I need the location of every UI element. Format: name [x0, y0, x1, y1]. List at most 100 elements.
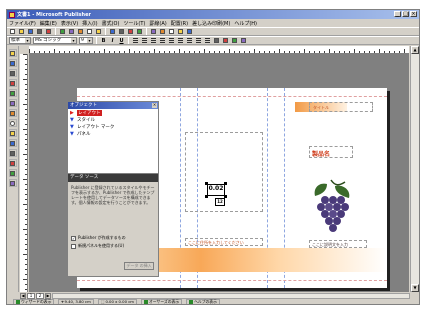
horizontal-scrollbar[interactable]	[52, 292, 410, 299]
form-control-icon[interactable]	[8, 159, 17, 167]
justify-icon[interactable]	[159, 37, 166, 44]
line-icon[interactable]	[8, 109, 17, 117]
font-select[interactable]: MS ゴシック ▾	[33, 37, 77, 44]
align-right-icon[interactable]	[150, 37, 157, 44]
menu-edit[interactable]: 編集(E)	[40, 20, 57, 27]
copy-icon[interactable]	[77, 28, 84, 35]
object-item-style[interactable]: ▼ スタイル	[68, 116, 158, 123]
resize-handle[interactable]	[224, 182, 227, 185]
toolbar-separator	[96, 37, 97, 44]
horizontal-ruler[interactable]	[29, 46, 409, 54]
vertical-ruler[interactable]	[20, 54, 28, 292]
new-icon[interactable]	[9, 28, 16, 35]
status-authors[interactable]: オーサーズの表示	[141, 299, 183, 304]
indent-decrease-icon[interactable]	[186, 37, 193, 44]
print-icon[interactable]	[36, 28, 43, 35]
page-1-button[interactable]: 1	[27, 292, 35, 299]
resize-handle[interactable]	[205, 195, 208, 198]
open-icon[interactable]	[18, 28, 25, 35]
checkbox-unchecked[interactable]	[71, 243, 76, 249]
text-icon[interactable]	[150, 28, 157, 35]
save-icon[interactable]	[27, 28, 34, 35]
menu-mail-merge[interactable]: 差し込み印刷(M)	[192, 20, 230, 27]
minimize-button[interactable]: _	[394, 11, 401, 17]
design-gallery-icon[interactable]	[8, 179, 17, 187]
clipart-icon[interactable]	[8, 99, 17, 107]
underline-button[interactable]: U	[118, 38, 125, 44]
bold-button[interactable]: B	[100, 38, 107, 44]
fill-color-icon[interactable]	[222, 37, 229, 44]
rectangle-icon[interactable]	[8, 129, 17, 137]
redo-icon[interactable]	[118, 28, 125, 35]
page-2-button[interactable]: 2	[36, 292, 44, 299]
table-frame-icon[interactable]	[8, 69, 17, 77]
next-page-icon[interactable]: ▶	[45, 292, 51, 299]
bullets-icon[interactable]	[177, 37, 184, 44]
wordart-icon[interactable]	[8, 79, 17, 87]
status-bar: ウィザードの表示 ⌖ 9.40, 3.80 cm ⬚ 0.00 x 0.00 cm …	[7, 299, 419, 304]
undo-icon[interactable]	[109, 28, 116, 35]
bring-front-icon[interactable]	[127, 28, 134, 35]
help-icon[interactable]	[186, 28, 193, 35]
first-page-icon[interactable]: ◀	[20, 292, 26, 299]
menu-help[interactable]: ヘルプ(H)	[234, 20, 257, 27]
product-title-frame[interactable]: 製品名	[309, 146, 353, 158]
zoom-in-icon[interactable]	[177, 28, 184, 35]
indent-increase-icon[interactable]	[195, 37, 202, 44]
italic-button[interactable]: I	[109, 38, 116, 44]
hotspot-icon[interactable]	[8, 149, 17, 157]
menu-arrange[interactable]: 配置(R)	[171, 20, 188, 27]
status-wizard[interactable]: ウィザードの表示	[13, 299, 55, 304]
numbering-icon[interactable]	[168, 37, 175, 44]
object-item-layout[interactable]: ▶ レイアウト	[68, 109, 158, 116]
menu-table[interactable]: 罫線(A)	[149, 20, 166, 27]
align-left-icon[interactable]	[132, 37, 139, 44]
pointer-icon[interactable]	[8, 49, 17, 57]
address-text-frame[interactable]: ここに住所を入力してください	[185, 238, 263, 246]
preview-icon[interactable]	[45, 28, 52, 35]
object-item-panel[interactable]: ▼ パネル	[68, 130, 158, 137]
menu-tools[interactable]: ツール(T)	[123, 20, 145, 27]
zoom-out-icon[interactable]	[168, 28, 175, 35]
text-box-icon[interactable]	[8, 59, 17, 67]
menu-file[interactable]: ファイル(F)	[9, 20, 36, 27]
scroll-up-icon[interactable]: ▲	[411, 46, 419, 54]
resize-handle[interactable]	[205, 182, 208, 185]
checkbox-publisher[interactable]: ✓ Publisher が作成するもの	[68, 234, 158, 242]
selected-text-box[interactable]: 0.02	[207, 184, 225, 196]
grape-clipart[interactable]	[305, 178, 357, 238]
caption-frame[interactable]: ここに説明文を入力	[309, 240, 367, 248]
paste-icon[interactable]	[86, 28, 93, 35]
font-size-select[interactable]: 9 ▾	[79, 37, 93, 44]
menu-insert[interactable]: 挿入(I)	[82, 20, 97, 27]
checkbox-checked[interactable]: ✓	[71, 235, 76, 241]
oval-icon[interactable]	[8, 119, 17, 127]
small-text-box[interactable]: 12	[215, 198, 225, 206]
style-select[interactable]: 標準 ▾	[9, 37, 31, 44]
insert-data-button[interactable]: データ の挿入	[124, 262, 154, 270]
menu-format[interactable]: 書式(O)	[102, 20, 120, 27]
status-help[interactable]: ヘルプの表示	[186, 299, 220, 304]
spell-icon[interactable]	[59, 28, 66, 35]
cut-icon[interactable]	[68, 28, 75, 35]
right-header-frame[interactable]: タイトル	[309, 102, 373, 112]
close-button[interactable]: ×	[410, 11, 417, 17]
send-back-icon[interactable]	[136, 28, 143, 35]
border-icon[interactable]	[240, 37, 247, 44]
close-icon[interactable]: ×	[152, 103, 157, 108]
custom-shape-icon[interactable]	[8, 139, 17, 147]
line-color-icon[interactable]	[231, 37, 238, 44]
font-size-up-icon[interactable]	[204, 37, 211, 44]
checkbox-new-panel[interactable]: 新規パネルを使用する(U)	[68, 242, 158, 250]
vertical-scrollbar[interactable]: ▲ ▼	[410, 46, 419, 292]
html-code-icon[interactable]	[8, 169, 17, 177]
scroll-down-icon[interactable]: ▼	[411, 284, 419, 292]
font-color-icon[interactable]	[213, 37, 220, 44]
menu-view[interactable]: 表示(V)	[61, 20, 78, 27]
picture-icon[interactable]	[8, 89, 17, 97]
table-icon[interactable]	[159, 28, 166, 35]
align-center-icon[interactable]	[141, 37, 148, 44]
format-painter-icon[interactable]	[95, 28, 102, 35]
maximize-button[interactable]: □	[402, 11, 409, 17]
object-item-marks[interactable]: ▼ レイアウト マーク	[68, 123, 158, 130]
